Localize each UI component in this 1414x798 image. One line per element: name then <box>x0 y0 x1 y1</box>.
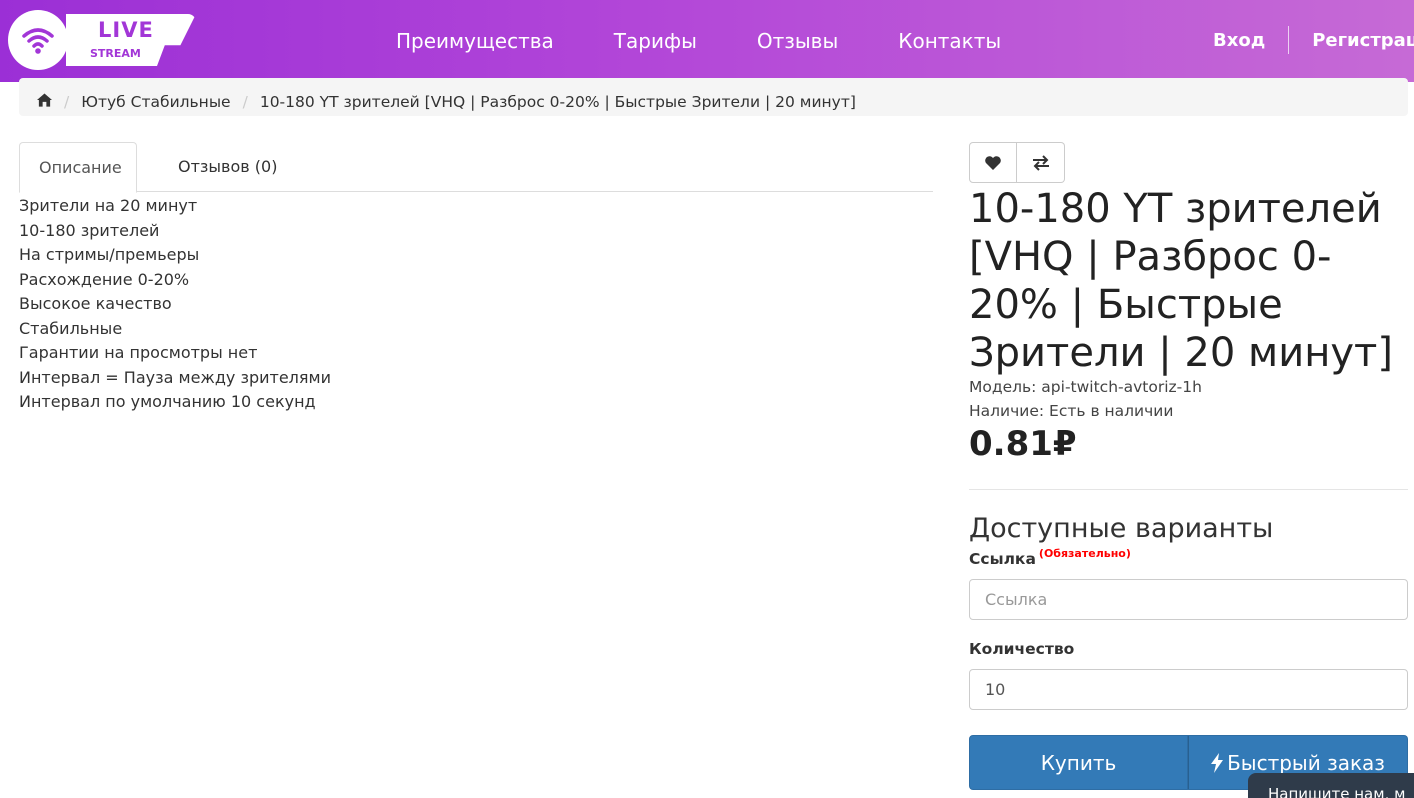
heart-icon <box>985 155 1001 170</box>
chat-widget[interactable]: Напишите нам, м <box>1248 773 1414 798</box>
breadcrumb-home[interactable] <box>37 92 52 111</box>
description-line: Гарантии на просмотры нет <box>19 343 258 362</box>
quantity-input[interactable] <box>969 669 1408 710</box>
compare-button[interactable] <box>1017 142 1065 183</box>
nav-reviews[interactable]: Отзывы <box>757 28 838 54</box>
nav-advantages[interactable]: Преимущества <box>396 28 554 54</box>
buy-button[interactable]: Купить <box>969 735 1188 790</box>
description-line: Зрители на 20 минут <box>19 196 198 215</box>
divider <box>969 489 1408 490</box>
tab-reviews[interactable]: Отзывов (0) <box>159 142 296 192</box>
exchange-icon <box>1032 154 1049 171</box>
register-link[interactable]: Регистрация <box>1312 30 1414 51</box>
bolt-icon <box>1211 752 1224 773</box>
breadcrumb-current[interactable]: 10-180 YT зрителей [VHQ | Разброс 0-20% … <box>260 93 856 111</box>
link-label-text: Ссылка <box>969 550 1036 568</box>
logo[interactable]: LIVE STREAM <box>8 10 198 70</box>
breadcrumb-separator: / <box>64 92 70 111</box>
options-title: Доступные варианты <box>969 513 1274 544</box>
login-link[interactable]: Вход <box>1213 30 1265 51</box>
breadcrumb-category[interactable]: Ютуб Стабильные <box>81 93 230 111</box>
site-header: LIVE STREAM Преимущества Тарифы Отзывы К… <box>0 0 1414 82</box>
nav-contacts[interactable]: Контакты <box>898 28 1001 54</box>
quick-order-label: Быстрый заказ <box>1227 750 1385 775</box>
auth-links: Вход Регистрация <box>1213 26 1414 54</box>
product-availability: Наличие: Есть в наличии <box>969 402 1174 420</box>
description-content: Зрители на 20 минут 10-180 зрителей На с… <box>19 194 331 415</box>
description-line: Высокое качество <box>19 294 172 313</box>
description-line: Интервал = Пауза между зрителями <box>19 367 331 387</box>
logo-circle <box>8 10 68 70</box>
required-marker: (Обязательно) <box>1038 547 1131 560</box>
link-input[interactable] <box>969 579 1408 620</box>
description-line: Стабильные <box>19 318 123 338</box>
breadcrumb: / Ютуб Стабильные / 10-180 YT зрителей [… <box>19 78 1408 116</box>
auth-divider <box>1288 26 1290 54</box>
quantity-label: Количество <box>969 640 1075 658</box>
wifi-icon <box>22 28 54 54</box>
main-nav: Преимущества Тарифы Отзывы Контакты <box>396 28 1061 54</box>
product-actions <box>969 142 1065 183</box>
wishlist-button[interactable] <box>969 142 1017 183</box>
description-line: Интервал по умолчанию 10 секунд <box>19 392 316 411</box>
product-price: 0.81₽ <box>969 424 1077 464</box>
description-line: 10-180 зрителей <box>19 220 160 240</box>
breadcrumb-separator: / <box>242 92 248 111</box>
product-model: Модель: api-twitch-avtoriz-1h <box>969 378 1202 396</box>
tab-description[interactable]: Описание <box>19 142 137 193</box>
home-icon <box>37 92 52 107</box>
description-line: На стримы/премьеры <box>19 245 200 264</box>
logo-live-text: LIVE <box>98 18 154 42</box>
link-label: Ссылка (Обязательно) <box>969 547 1131 568</box>
product-title: 10-180 YT зрителей [VHQ | Разброс 0-20% … <box>969 186 1393 376</box>
logo-stream-text: STREAM <box>90 47 141 60</box>
nav-tariffs[interactable]: Тарифы <box>614 28 697 54</box>
description-line: Расхождение 0-20% <box>19 269 190 289</box>
product-tabs: Описание Отзывов (0) <box>19 142 933 193</box>
